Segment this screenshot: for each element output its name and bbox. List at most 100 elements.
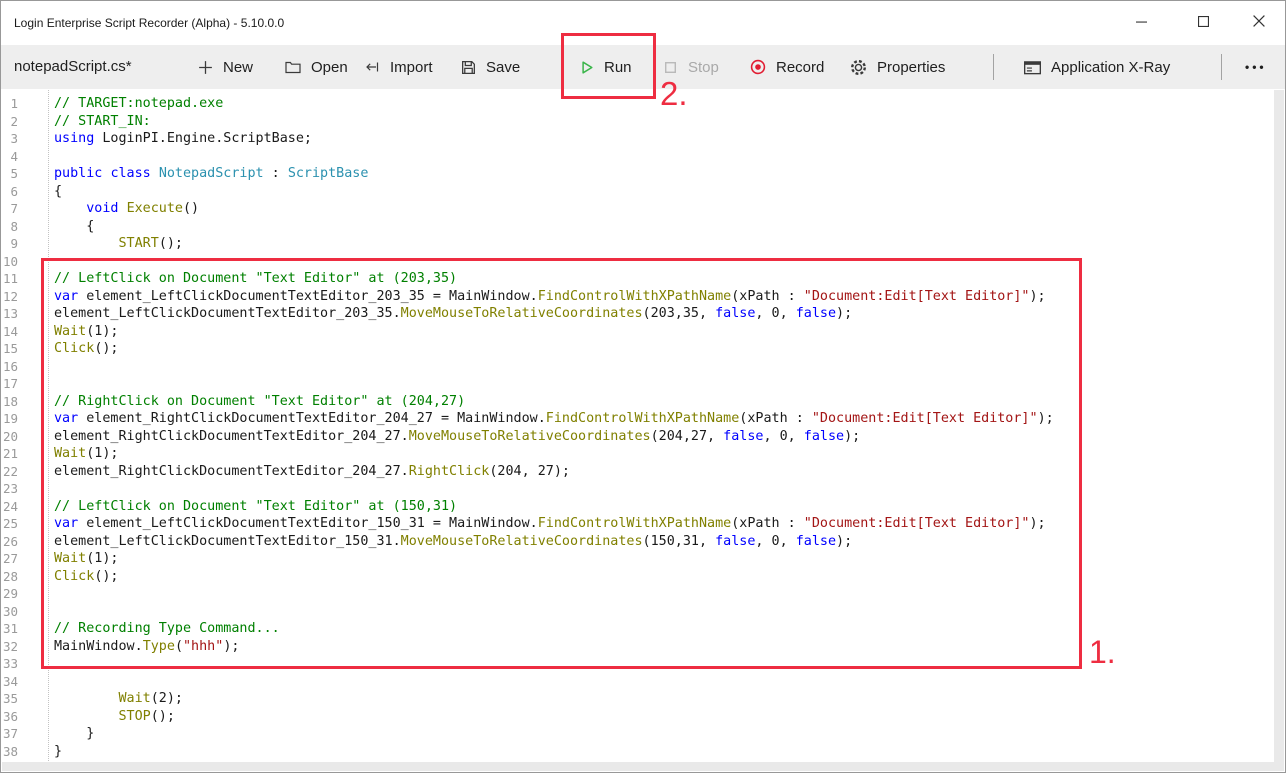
code-line: 37 }: [2, 725, 1272, 743]
code-text: var element_LeftClickDocumentTextEditor_…: [54, 288, 1046, 306]
code-text: MainWindow.Type("hhh");: [54, 638, 239, 656]
code-line: 38}: [2, 743, 1272, 761]
code-line: 10: [2, 253, 1272, 271]
code-line: 36 STOP();: [2, 708, 1272, 726]
code-text: public class NotepadScript : ScriptBase: [54, 165, 368, 183]
code-line: 6{: [2, 183, 1272, 201]
line-number: 32: [2, 638, 18, 656]
maximize-button[interactable]: [1178, 1, 1228, 41]
code-lines: 1 // TARGET:notepad.exe2// START_IN:3usin…: [2, 95, 1272, 760]
line-number: 28: [2, 568, 18, 586]
folder-icon: [284, 59, 302, 75]
minimize-button[interactable]: [1116, 1, 1166, 41]
properties-button[interactable]: Properties: [849, 45, 945, 89]
code-line: 32 MainWindow.Type("hhh");: [2, 638, 1272, 656]
line-number: 27: [2, 550, 18, 568]
stop-button-label: Stop: [688, 59, 719, 76]
code-text: START();: [54, 235, 183, 253]
code-line: 21 Wait(1);: [2, 445, 1272, 463]
line-number: 22: [2, 463, 18, 481]
line-number: 20: [2, 428, 18, 446]
code-line: 35 Wait(2);: [2, 690, 1272, 708]
line-number: 4: [2, 148, 18, 166]
maximize-icon: [1198, 16, 1209, 27]
code-line: 5public class NotepadScript : ScriptBase: [2, 165, 1272, 183]
tab-notepadscript[interactable]: notepadScript.cs*: [14, 45, 132, 89]
code-line: 24 // LeftClick on Document "Text Editor"…: [2, 498, 1272, 516]
code-line: 23: [2, 480, 1272, 498]
code-text: var element_RightClickDocumentTextEditor…: [54, 410, 1054, 428]
code-line: 2// START_IN:: [2, 113, 1272, 131]
line-number: 13: [2, 305, 18, 323]
run-button-label: Run: [604, 59, 632, 76]
code-text: {: [54, 183, 62, 201]
horizontal-scrollbar[interactable]: [2, 762, 1274, 771]
code-line: 19 var element_RightClickDocumentTextEdit…: [2, 410, 1272, 428]
code-text: }: [54, 725, 94, 743]
code-line: 16: [2, 358, 1272, 376]
line-number: 12: [2, 288, 18, 306]
code-text: // LeftClick on Document "Text Editor" a…: [54, 498, 457, 516]
line-number: 21: [2, 445, 18, 463]
code-text: Wait(2);: [54, 690, 183, 708]
import-arrow-icon: [363, 59, 381, 75]
toolbar-divider: [993, 54, 994, 80]
open-button-label: Open: [311, 59, 348, 76]
code-line: 20element_RightClickDocumentTextEditor_2…: [2, 428, 1272, 446]
code-text: STOP();: [54, 708, 175, 726]
line-number: 19: [2, 410, 18, 428]
import-button[interactable]: Import: [363, 45, 433, 89]
code-text: // LeftClick on Document "Text Editor" a…: [54, 270, 457, 288]
line-number: 15: [2, 340, 18, 358]
code-text: element_LeftClickDocumentTextEditor_203_…: [54, 305, 852, 323]
close-button[interactable]: [1234, 1, 1284, 41]
window-title: Login Enterprise Script Recorder (Alpha)…: [14, 1, 284, 45]
more-options-button[interactable]: •••: [1245, 45, 1267, 89]
line-number: 6: [2, 183, 18, 201]
line-number: 8: [2, 218, 18, 236]
line-number: 24: [2, 498, 18, 516]
toolbar: notepadScript.cs* New Open Import Save: [1, 45, 1285, 89]
title-bar: Login Enterprise Script Recorder (Alpha)…: [1, 1, 1285, 45]
code-line: 31// Recording Type Command...: [2, 620, 1272, 638]
code-line: 9 START();: [2, 235, 1272, 253]
gear-icon: [849, 58, 868, 77]
line-number: 25: [2, 515, 18, 533]
properties-button-label: Properties: [877, 59, 945, 76]
line-number: 1: [2, 95, 18, 113]
open-button[interactable]: Open: [284, 45, 348, 89]
run-button[interactable]: Run: [578, 45, 632, 89]
code-editor[interactable]: 1 // TARGET:notepad.exe2// START_IN:3usin…: [2, 90, 1284, 771]
line-number: 11: [2, 270, 18, 288]
code-line: 12 var element_LeftClickDocumentTextEdito…: [2, 288, 1272, 306]
minimize-icon: [1136, 16, 1147, 27]
save-button-label: Save: [486, 59, 520, 76]
code-text: Wait(1);: [54, 323, 119, 341]
code-line: 8 {: [2, 218, 1272, 236]
code-text: Wait(1);: [54, 550, 119, 568]
stop-button[interactable]: Stop: [662, 45, 719, 89]
code-line: 3using LoginPI.Engine.ScriptBase;: [2, 130, 1272, 148]
code-line: 34: [2, 673, 1272, 691]
save-button[interactable]: Save: [460, 45, 520, 89]
close-icon: [1253, 15, 1265, 27]
code-line: 28Click();: [2, 568, 1272, 586]
new-button[interactable]: New: [197, 45, 253, 89]
code-line: 1 // TARGET:notepad.exe: [2, 95, 1272, 113]
code-text: void Execute(): [54, 200, 199, 218]
line-number: 37: [2, 725, 18, 743]
line-number: 2: [2, 113, 18, 131]
line-number: 35: [2, 690, 18, 708]
line-number: 14: [2, 323, 18, 341]
code-text: // TARGET:notepad.exe: [54, 95, 223, 113]
code-line: 25var element_LeftClickDocumentTextEdito…: [2, 515, 1272, 533]
ellipsis-icon: •••: [1245, 60, 1267, 74]
code-text: {: [54, 218, 94, 236]
record-button[interactable]: Record: [749, 45, 824, 89]
code-text: element_LeftClickDocumentTextEditor_150_…: [54, 533, 852, 551]
code-text: Wait(1);: [54, 445, 119, 463]
line-number: 30: [2, 603, 18, 621]
vertical-scrollbar[interactable]: [1274, 90, 1284, 771]
application-xray-button[interactable]: Application X-Ray: [1023, 45, 1170, 89]
record-button-label: Record: [776, 59, 824, 76]
